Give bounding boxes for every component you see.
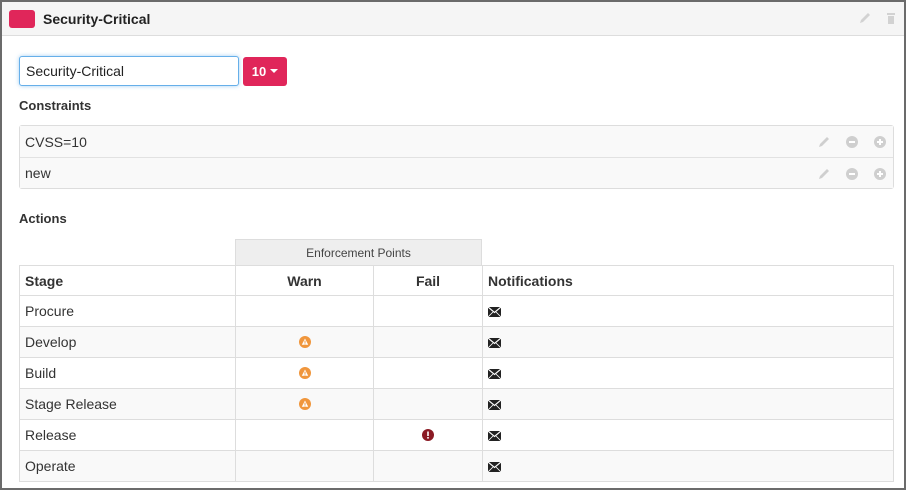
stage-cell: Release	[19, 419, 236, 451]
stage-cell: Operate	[19, 450, 236, 482]
score-label: 10	[251, 63, 267, 79]
fail-cell[interactable]	[373, 326, 483, 358]
constraints-list: CVSS=10 new	[19, 125, 894, 189]
trash-icon[interactable]	[884, 11, 898, 25]
notifications-cell[interactable]	[482, 357, 894, 389]
warn-cell[interactable]	[235, 326, 374, 358]
caret-down-icon	[270, 69, 279, 73]
warn-cell[interactable]	[235, 419, 374, 451]
plus-circle-icon[interactable]	[873, 135, 887, 149]
column-header-fail: Fail	[373, 265, 483, 296]
policy-title: Security-Critical	[43, 10, 151, 27]
policy-color-swatch[interactable]	[9, 9, 35, 28]
warn-cell[interactable]	[235, 357, 374, 389]
pencil-icon[interactable]	[858, 11, 872, 25]
plus-circle-icon[interactable]	[873, 167, 887, 181]
enforcement-points-header: Enforcement Points	[235, 239, 482, 265]
envelope-icon[interactable]	[487, 304, 502, 320]
notifications-cell[interactable]	[482, 450, 894, 482]
warning-icon	[298, 366, 311, 382]
warning-icon	[298, 335, 311, 351]
column-header-notifications: Notifications	[482, 265, 894, 296]
envelope-icon[interactable]	[487, 366, 502, 382]
fail-cell[interactable]	[373, 388, 483, 420]
stage-cell: Develop	[19, 326, 236, 358]
score-dropdown-button[interactable]: 10	[243, 56, 287, 86]
fail-cell[interactable]	[373, 419, 483, 451]
table-row: Build	[19, 357, 894, 389]
envelope-icon[interactable]	[487, 428, 502, 444]
column-header-stage: Stage	[19, 265, 236, 296]
table-row: Release	[19, 419, 894, 451]
envelope-icon[interactable]	[487, 459, 502, 475]
envelope-icon[interactable]	[487, 397, 502, 413]
table-row: Develop	[19, 326, 894, 358]
actions-table: Stage Warn Fail Notifications Procure Dev…	[19, 265, 894, 482]
warn-cell[interactable]	[235, 295, 374, 327]
notifications-cell[interactable]	[482, 388, 894, 420]
stage-cell: Stage Release	[19, 388, 236, 420]
column-header-warn: Warn	[235, 265, 374, 296]
policy-name-input[interactable]	[19, 56, 239, 86]
pencil-icon[interactable]	[817, 135, 831, 149]
policy-panel: Security-Critical 10 Constraints CVSS=10	[0, 0, 906, 490]
notifications-cell[interactable]	[482, 326, 894, 358]
constraints-heading: Constraints	[19, 98, 92, 113]
fail-cell[interactable]	[373, 357, 483, 389]
notifications-cell[interactable]	[482, 419, 894, 451]
error-icon	[422, 428, 434, 444]
stage-cell: Procure	[19, 295, 236, 327]
constraint-text: new	[25, 165, 51, 181]
fail-cell[interactable]	[373, 450, 483, 482]
table-row: Procure	[19, 295, 894, 327]
constraint-row[interactable]: new	[20, 157, 893, 188]
policy-header: Security-Critical	[2, 2, 904, 36]
warn-cell[interactable]	[235, 450, 374, 482]
table-row: Operate	[19, 450, 894, 482]
stage-cell: Build	[19, 357, 236, 389]
table-row: Stage Release	[19, 388, 894, 420]
warning-icon	[298, 397, 311, 413]
envelope-icon[interactable]	[487, 335, 502, 351]
constraint-text: CVSS=10	[25, 133, 87, 150]
constraint-row[interactable]: CVSS=10	[20, 126, 893, 157]
notifications-cell[interactable]	[482, 295, 894, 327]
pencil-icon[interactable]	[817, 167, 831, 181]
fail-cell[interactable]	[373, 295, 483, 327]
minus-circle-icon[interactable]	[845, 135, 859, 149]
warn-cell[interactable]	[235, 388, 374, 420]
minus-circle-icon[interactable]	[845, 167, 859, 181]
actions-heading: Actions	[19, 211, 67, 226]
